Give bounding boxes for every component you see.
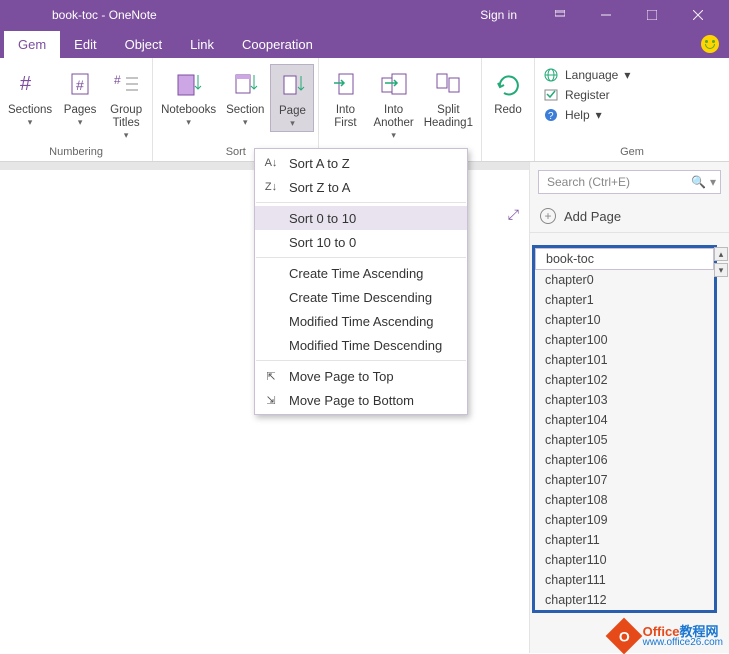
- page-list-item[interactable]: chapter104: [535, 410, 714, 430]
- section-sort-button[interactable]: Section▾: [222, 64, 268, 130]
- title-bar: book-toc - OneNote Sign in: [0, 0, 729, 30]
- svg-text:#: #: [20, 73, 32, 95]
- split-icon: [432, 68, 464, 100]
- page-list-item[interactable]: chapter0: [535, 270, 714, 290]
- page-list-item[interactable]: chapter112: [535, 590, 714, 610]
- search-icon: 🔍: [691, 175, 706, 189]
- sort-menu-icon: A↓: [261, 157, 281, 169]
- page-list-item[interactable]: chapter107: [535, 470, 714, 490]
- menu-item[interactable]: Modified Time Descending: [255, 333, 467, 357]
- smiley-icon[interactable]: [701, 35, 719, 53]
- svg-text:#: #: [76, 77, 84, 93]
- page-list-item[interactable]: book-toc: [535, 248, 714, 270]
- tab-edit[interactable]: Edit: [60, 31, 110, 58]
- page-list-item[interactable]: chapter108: [535, 490, 714, 510]
- pages-button[interactable]: # Pages▾: [58, 64, 102, 130]
- hash-icon: #: [14, 68, 46, 100]
- menu-item[interactable]: ⇲Move Page to Bottom: [255, 388, 467, 412]
- page-list-item[interactable]: chapter110: [535, 550, 714, 570]
- page-list-item[interactable]: chapter102: [535, 370, 714, 390]
- office-badge-icon: O: [605, 618, 642, 654]
- menu-item[interactable]: A↓Sort A to Z: [255, 151, 467, 175]
- minimize-button[interactable]: [583, 0, 629, 30]
- menu-item[interactable]: ⇱Move Page to Top: [255, 364, 467, 388]
- ribbon-group-redo: Redo: [482, 58, 535, 161]
- ribbon-options-icon[interactable]: [537, 0, 583, 30]
- page-list-item[interactable]: chapter106: [535, 450, 714, 470]
- ribbon-group-sort: Notebooks▾ Section▾ Page▾ Sort: [153, 58, 319, 161]
- search-dropdown-icon[interactable]: ▾: [710, 175, 716, 189]
- section-sort-icon: [229, 68, 261, 100]
- page-list-item[interactable]: chapter11: [535, 530, 714, 550]
- close-button[interactable]: [675, 0, 721, 30]
- redo-icon: [492, 68, 524, 100]
- menu-item[interactable]: Sort 0 to 10: [255, 206, 467, 230]
- ribbon-group-into: Into First Into Another▾ Split Heading1: [319, 58, 482, 161]
- menu-item[interactable]: Create Time Descending: [255, 285, 467, 309]
- scroll-down-icon[interactable]: ▾: [714, 263, 728, 277]
- menu-item[interactable]: Z↓Sort Z to A: [255, 175, 467, 199]
- page-list-item[interactable]: chapter109: [535, 510, 714, 530]
- plus-icon: +: [540, 208, 556, 224]
- help-button[interactable]: ? Help ▾: [541, 106, 632, 124]
- notebook-sort-icon: [173, 68, 205, 100]
- search-input[interactable]: Search (Ctrl+E) 🔍 ▾: [538, 170, 721, 194]
- into-first-icon: [329, 68, 361, 100]
- redo-button[interactable]: Redo: [486, 64, 530, 119]
- ribbon-group-numbering: # Sections▾ # Pages▾ # Group Titles▾ Num…: [0, 58, 153, 161]
- menu-item[interactable]: Modified Time Ascending: [255, 309, 467, 333]
- page-list-item[interactable]: chapter1: [535, 290, 714, 310]
- tab-cooperation[interactable]: Cooperation: [228, 31, 327, 58]
- register-icon: [543, 87, 559, 103]
- page-panel: Search (Ctrl+E) 🔍 ▾ + Add Page book-tocc…: [529, 162, 729, 653]
- hash-page-icon: #: [64, 68, 96, 100]
- sort-menu-icon: ⇲: [261, 394, 281, 407]
- help-icon: ?: [543, 107, 559, 123]
- page-list: book-tocchapter0chapter1chapter10chapter…: [532, 245, 717, 613]
- window-title: book-toc - OneNote: [52, 8, 157, 22]
- split-heading-button[interactable]: Split Heading1: [420, 64, 477, 132]
- page-sort-button[interactable]: Page▾: [270, 64, 314, 132]
- tab-object[interactable]: Object: [111, 31, 177, 58]
- page-list-item[interactable]: chapter100: [535, 330, 714, 350]
- tab-gem[interactable]: Gem: [4, 31, 60, 58]
- globe-icon: [543, 67, 559, 83]
- ribbon-tabs: Gem Edit Object Link Cooperation: [0, 30, 729, 58]
- add-page-button[interactable]: + Add Page: [530, 200, 729, 233]
- svg-text:#: #: [114, 73, 121, 87]
- hash-list-icon: #: [110, 68, 142, 100]
- register-button[interactable]: Register: [541, 86, 632, 104]
- tab-link[interactable]: Link: [176, 31, 228, 58]
- expand-panel-icon[interactable]: ⤢: [508, 206, 519, 223]
- sign-in-link[interactable]: Sign in: [480, 8, 517, 22]
- into-another-button[interactable]: Into Another▾: [369, 64, 417, 143]
- ribbon-group-gem: Language ▾ Register ? Help ▾ Gem: [535, 58, 729, 161]
- scroll-up-icon[interactable]: ▴: [714, 247, 728, 261]
- notebooks-sort-button[interactable]: Notebooks▾: [157, 64, 220, 130]
- menu-item[interactable]: Create Time Ascending: [255, 261, 467, 285]
- page-sort-menu: A↓Sort A to ZZ↓Sort Z to A Sort 0 to 10So…: [254, 148, 468, 415]
- page-sort-icon: [276, 69, 308, 101]
- sort-menu-icon: Z↓: [261, 181, 281, 193]
- group-titles-button[interactable]: # Group Titles▾: [104, 64, 148, 143]
- page-list-item[interactable]: chapter111: [535, 570, 714, 590]
- into-first-button[interactable]: Into First: [323, 64, 367, 132]
- ribbon: # Sections▾ # Pages▾ # Group Titles▾ Num…: [0, 58, 729, 162]
- watermark: O Office教程网 www.office26.com: [611, 623, 723, 649]
- maximize-button[interactable]: [629, 0, 675, 30]
- scrollbar[interactable]: ▴ ▾: [713, 247, 729, 277]
- page-list-item[interactable]: chapter105: [535, 430, 714, 450]
- sections-button[interactable]: # Sections▾: [4, 64, 56, 130]
- page-list-item[interactable]: chapter101: [535, 350, 714, 370]
- menu-item[interactable]: Sort 10 to 0: [255, 230, 467, 254]
- language-button[interactable]: Language ▾: [541, 66, 632, 84]
- into-another-icon: [378, 68, 410, 100]
- page-list-item[interactable]: chapter103: [535, 390, 714, 410]
- svg-text:?: ?: [548, 111, 554, 122]
- page-list-item[interactable]: chapter10: [535, 310, 714, 330]
- sort-menu-icon: ⇱: [261, 370, 281, 383]
